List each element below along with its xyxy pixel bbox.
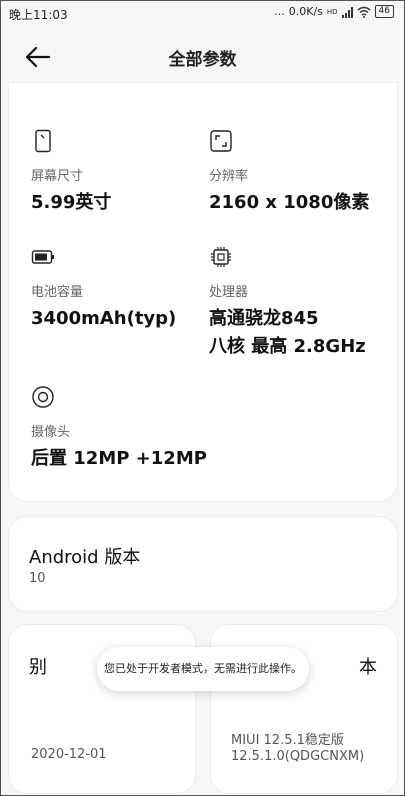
spec-battery: 电池容量 3400mAh(typ) [31, 245, 176, 333]
spec-label: 电池容量 [31, 285, 84, 300]
resolution-icon [210, 130, 232, 152]
spec-label: 屏幕尺寸 [31, 169, 84, 184]
signal-icon [341, 6, 353, 18]
spec-label: 分辨率 [209, 169, 249, 184]
status-time: 晚上11:03 [9, 8, 68, 22]
toast-message: 您已处于开发者模式，无需进行此操作。 [97, 647, 309, 691]
android-version-value: 10 [29, 571, 46, 586]
battery-icon: 46 [374, 5, 394, 18]
specs-card: 屏幕尺寸 5.99英寸 分辨率 2160 x 1080像素 电池容量 3400m… [9, 83, 397, 501]
card-heading: 本 [359, 657, 377, 678]
spec-value: 高通骁龙845 八核 最高 2.8GHz [209, 305, 366, 361]
status-bar: 晚上11:03 ... 0.0K/s HD 46 [1, 1, 404, 27]
network-type: HD [326, 7, 338, 16]
page-title: 全部参数 [168, 50, 237, 70]
spec-camera: 摄像头 后置 12MP +12MP [31, 385, 207, 473]
screen-icon [35, 129, 51, 153]
processor-icon [211, 247, 231, 267]
spec-value: 后置 12MP +12MP [31, 448, 207, 469]
spec-value: 5.99英寸 [31, 192, 112, 213]
miui-version-name: MIUI 12.5.1稳定版 [231, 733, 344, 748]
spec-value: 2160 x 1080像素 [209, 192, 370, 213]
status-dots: ... [274, 5, 285, 18]
spec-label: 摄像头 [31, 425, 71, 440]
spec-value-line: 八核 最高 2.8GHz [209, 336, 366, 357]
spec-value-line: 高通骁龙845 [209, 308, 319, 329]
spec-screen-size: 屏幕尺寸 5.99英寸 [31, 129, 111, 217]
status-right: ... 0.0K/s HD 46 [274, 5, 394, 18]
android-version-heading: Android 版本 [29, 547, 141, 568]
screen: 晚上11:03 ... 0.0K/s HD 46 全部参数 屏幕尺寸 5.99英… [0, 0, 405, 796]
spec-label: 处理器 [209, 285, 249, 300]
wifi-icon [357, 6, 371, 18]
net-speed: 0.0K/s [288, 5, 323, 18]
android-version-card[interactable]: Android 版本 10 [9, 517, 397, 611]
battery-icon [31, 250, 54, 264]
spec-resolution: 分辨率 2160 x 1080像素 [209, 129, 369, 217]
spec-value: 3400mAh(typ) [31, 308, 177, 329]
security-patch-date: 2020-12-01 [31, 747, 107, 762]
camera-icon [32, 386, 54, 408]
card-heading: 别 [29, 657, 47, 678]
spec-processor: 处理器 高通骁龙845 八核 最高 2.8GHz [209, 245, 366, 361]
app-header: 全部参数 [1, 29, 404, 85]
miui-version-build: 12.5.1.0(QDGCNXM) [231, 749, 365, 764]
